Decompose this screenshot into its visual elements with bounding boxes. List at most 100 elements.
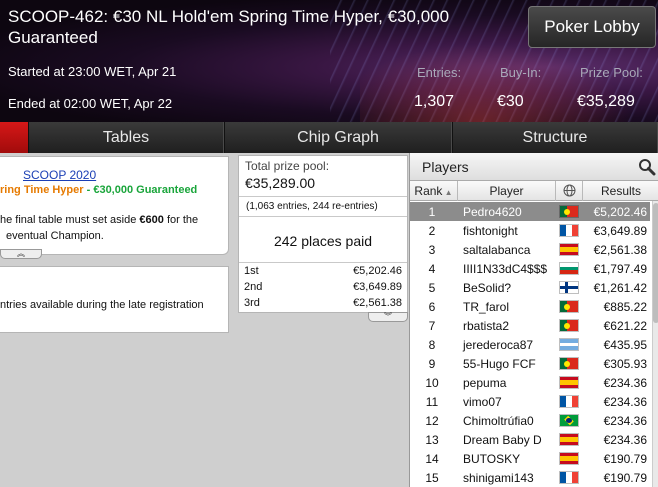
player-name: shinigami143 [463,471,534,485]
player-row[interactable]: 14 BUTOSKY €190.79 [410,449,650,468]
end-time: Ended at 02:00 WET, Apr 22 [8,96,173,111]
players-title: Players [422,159,469,175]
tab-chip-graph[interactable]: Chip Graph [224,122,452,153]
player-rank: 5 [428,281,436,295]
player-row[interactable]: 12 Chimoltrúfia0 €234.36 [410,411,650,430]
prize-row: 3rd €2,561.38 [239,295,407,311]
tab-tables[interactable]: Tables [28,122,224,153]
player-rank: 8 [428,338,436,352]
prize-row: 2nd €3,649.89 [239,279,407,295]
player-row[interactable]: 13 Dream Baby D €234.36 [410,430,650,449]
player-name: Dream Baby D [463,433,542,447]
france-flag-icon [559,224,579,237]
results-column-header[interactable]: Results [583,181,658,201]
tab-info[interactable] [0,122,28,153]
player-result: €435.95 [603,338,647,352]
prizepool-value: €35,289 [577,93,635,110]
prize-place: 1st [244,265,259,277]
tournament-info-card: SCOOP 2020 ring Time Hyper - €30,000 Gua… [0,156,229,259]
player-row[interactable]: 8 jerederoca87 €435.95 [410,335,650,354]
player-row[interactable]: 6 TR_farol €885.22 [410,297,650,316]
brazil-flag-icon [559,414,579,427]
places-paid: 242 places paid [273,233,373,249]
collapse-info-button[interactable]: ︽ [0,249,42,259]
player-name: Pedro4620 [463,205,522,219]
player-rank: 7 [428,319,436,333]
poker-lobby-button[interactable]: Poker Lobby [528,6,656,48]
player-rank: 4 [428,262,436,276]
player-result: €234.36 [603,376,647,390]
player-name: fishtonight [463,224,518,238]
tab-structure[interactable]: Structure [452,122,658,153]
country-column-header[interactable] [556,181,583,201]
portugal-flag-icon [559,357,579,370]
scoop-link[interactable]: SCOOP 2020 [23,168,96,182]
scrollbar-thumb[interactable] [653,203,658,323]
player-row[interactable]: 15 shinigami143 €190.79 [410,468,650,487]
player-result: €2,561.38 [593,243,647,257]
promo-text: ring Time Hyper - €30,000 Guaranteed [0,184,197,196]
late-reg-card: ntries available during the late registr… [0,266,229,333]
player-result: €621.22 [603,319,647,333]
rank-column-header[interactable]: Rank ▲ [410,181,458,201]
spain-flag-icon [559,433,579,446]
player-name: saltalabanca [463,243,531,257]
tournament-header: SCOOP-462: €30 NL Hold'em Spring Time Hy… [0,0,658,122]
entries-breakdown: (1,063 entries, 244 re-entries) [246,201,378,212]
player-rank: 3 [428,243,436,257]
player-row[interactable]: 3 saltalabanca €2,561.38 [410,240,650,259]
france-flag-icon [559,471,579,484]
tournament-title: SCOOP-462: €30 NL Hold'em Spring Time Hy… [8,7,450,47]
players-scrollbar[interactable] [652,201,658,487]
prize-amount: €2,561.38 [353,297,402,309]
globe-icon [563,184,575,197]
buyin-value: €30 [497,93,524,110]
divider [239,216,407,217]
player-result: €234.36 [603,395,647,409]
bulgaria-flag-icon [559,262,579,275]
player-rank: 1 [428,205,436,219]
final-table-rule-line2: eventual Champion. [6,230,104,242]
player-name: IIII1N33dC4$$$ [463,262,548,276]
start-time: Started at 23:00 WET, Apr 21 [8,64,177,79]
player-name: BeSolid? [463,281,512,295]
rule-amount: €600 [139,214,164,226]
late-reg-text: ntries available during the late registr… [0,299,204,311]
prize-place: 2nd [244,281,263,293]
prize-panel: Total prize pool: €35,289.00 (1,063 entr… [238,155,408,313]
search-icon[interactable] [638,158,656,176]
player-result: €1,797.49 [593,262,647,276]
portugal-flag-icon [559,319,579,332]
entries-value: 1,307 [414,93,455,110]
player-rank: 9 [428,357,436,371]
spain-flag-icon [559,243,579,256]
expand-prizes-button[interactable]: ︾ [368,312,408,322]
player-column-header[interactable]: Player [458,181,556,201]
player-row[interactable]: 5 BeSolid? €1,261.42 [410,278,650,297]
prizepool-label: Prize Pool: [580,65,643,80]
player-rank: 11 [425,395,439,409]
player-result: €5,202.46 [593,205,647,219]
france-flag-icon [559,395,579,408]
rule-text-pre: he final table must set aside [0,214,140,226]
player-row[interactable]: 11 vimo07 €234.36 [410,392,650,411]
portugal-flag-icon [559,205,579,218]
players-header: Players [410,153,658,181]
player-name: Chimoltrúfia0 [463,414,534,428]
player-row[interactable]: 1 Pedro4620 €5,202.46 [410,202,650,221]
player-name: rbatista2 [463,319,510,333]
player-name: pepuma [463,376,507,390]
player-row[interactable]: 2 fishtonight €3,649.89 [410,221,650,240]
prize-amount: €3,649.89 [353,281,402,293]
final-table-rule: he final table must set aside €600 for t… [0,214,198,226]
promo-guarantee: €30,000 Guaranteed [93,184,198,196]
total-prize-label: Total prize pool: [245,159,330,173]
prize-place: 3rd [244,297,260,309]
buyin-label: Buy-In: [500,65,542,80]
player-row[interactable]: 4 IIII1N33dC4$$$ €1,797.49 [410,259,650,278]
entries-label: Entries: [417,65,462,80]
player-row[interactable]: 7 rbatista2 €621.22 [410,316,650,335]
player-row[interactable]: 9 55-Hugo FCF €305.93 [410,354,650,373]
player-rank: 15 [425,471,439,485]
player-row[interactable]: 10 pepuma €234.36 [410,373,650,392]
